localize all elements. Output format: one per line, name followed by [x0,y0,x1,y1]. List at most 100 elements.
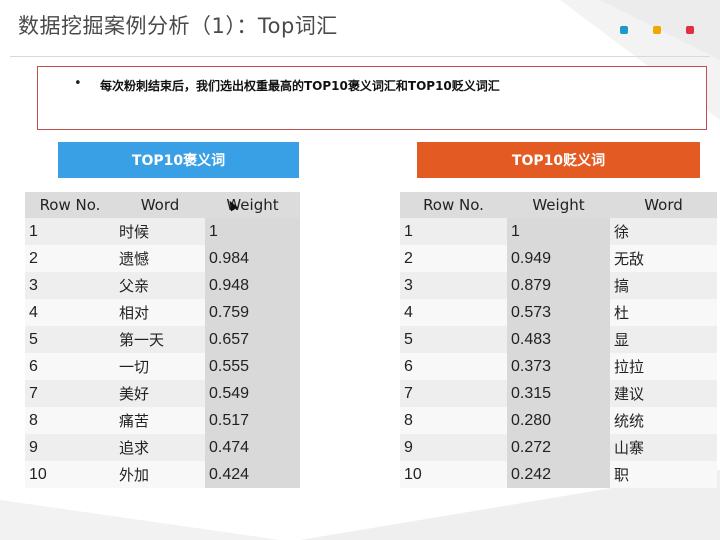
table-cell: 1 [205,218,300,245]
negative-words-table: Row No. Weight Word 1 1 徐 2 0.949 无敌 3 0.879 搞 4 0… [400,192,717,488]
table-row[interactable]: 1 时候 1 [25,218,300,245]
column-header-word[interactable]: Word [610,192,717,218]
table-cell: 0.948 [205,272,300,299]
table-cell: 7 [25,380,115,407]
table-row[interactable]: 8 0.280 统统 [400,407,717,434]
table-row[interactable]: 5 第一天 0.657 [25,326,300,353]
table-cell: 美好 [115,380,205,407]
bullet-box: • 每次粉刺结束后，我们选出权重最高的TOP10褒义词汇和TOP10贬义词汇 [37,66,707,130]
table-cell: 职 [610,461,717,488]
table-cell: 0.657 [205,326,300,353]
table-cell: 父亲 [115,272,205,299]
accent-dots [620,26,694,34]
bullet-text: 每次粉刺结束后，我们选出权重最高的TOP10褒义词汇和TOP10贬义词汇 [100,79,500,93]
table-row[interactable]: 5 0.483 显 [400,326,717,353]
table-cell: 0.242 [507,461,610,488]
table-row[interactable]: 4 相对 0.759 [25,299,300,326]
table-cell: 0.879 [507,272,610,299]
table-cell: 搞 [610,272,717,299]
title-divider [10,56,710,57]
table-row[interactable]: 8 痛苦 0.517 [25,407,300,434]
bullet-icon: • [74,76,82,91]
table-cell: 2 [400,245,507,272]
table-row[interactable]: 2 0.949 无敌 [400,245,717,272]
table-cell: 0.272 [507,434,610,461]
table-cell: 5 [400,326,507,353]
table-cell: 5 [25,326,115,353]
column-header-weight[interactable]: Weight [507,192,610,218]
negative-header-label: TOP10贬义词 [511,153,606,169]
table-cell: 0.573 [507,299,610,326]
table-cell: 4 [25,299,115,326]
column-header-word[interactable]: Word [115,192,205,218]
table-cell: 1 [400,218,507,245]
table-cell: 统统 [610,407,717,434]
table-row[interactable]: 11徐 [400,218,717,245]
table-cell: 第一天 [115,326,205,353]
table-cell: 6 [25,353,115,380]
table-cell: 徐 [610,218,717,245]
table-row[interactable]: 10 0.242 职 [400,461,717,488]
table-cell: 10 [400,461,507,488]
column-header-row-no[interactable]: Row No. [25,192,115,218]
table-cell: 2 [25,245,115,272]
table-cell: 0.424 [205,461,300,488]
table-cell: 时候 [115,218,205,245]
accent-dot-blue [620,26,628,34]
table-cell: 0.949 [507,245,610,272]
table-cell: 3 [25,272,115,299]
table-cell: 0.517 [205,407,300,434]
table-cell: 0.474 [205,434,300,461]
positive-words-table: Row No. Word Weight 1 时候 1 2 遗憾 0.984 3 父亲 0.948… [25,192,300,488]
table-cell: 显 [610,326,717,353]
table-cell: 一切 [115,353,205,380]
table-row[interactable]: 10 外加 0.424 [25,461,300,488]
table-cell: 拉拉 [610,353,717,380]
table-cell: 10 [25,461,115,488]
table-row[interactable]: 3 父亲 0.948 [25,272,300,299]
table-row[interactable]: 9 0.272 山寨 [400,434,717,461]
accent-dot-yellow [653,26,661,34]
table-cell: 追求 [115,434,205,461]
table-row[interactable]: 3 0.879 搞 [400,272,717,299]
table-cell: 0.759 [205,299,300,326]
table-cell: 3 [400,272,507,299]
table-row[interactable]: 9 追求 0.474 [25,434,300,461]
table-cell: 外加 [115,461,205,488]
table-row[interactable]: 6 一切 0.555 [25,353,300,380]
table-cell: 4 [400,299,507,326]
table-cell: 建议 [610,380,717,407]
table-cell: 遗憾 [115,245,205,272]
table-row[interactable]: 7 美好 0.549 [25,380,300,407]
table-cell: 0.984 [205,245,300,272]
table-cell: 0.483 [507,326,610,353]
table-cell: 8 [25,407,115,434]
table-cell: 0.549 [205,380,300,407]
positive-table-header: TOP10褒义词 [58,142,299,178]
table-cell: 山寨 [610,434,717,461]
table-cell: 痛苦 [115,407,205,434]
table-cell: 9 [400,434,507,461]
table-cell: 无敌 [610,245,717,272]
table-cell: 9 [25,434,115,461]
table-cell: 7 [400,380,507,407]
table-cell: 8 [400,407,507,434]
table-cell: 1 [507,218,610,245]
column-header-weight[interactable]: Weight [205,192,300,218]
table-cell: 0.555 [205,353,300,380]
table-cell: 0.315 [507,380,610,407]
table-cell: 0.280 [507,407,610,434]
table-row[interactable]: 7 0.315 建议 [400,380,717,407]
table-cell: 1 [25,218,115,245]
table-cell: 6 [400,353,507,380]
table-cell: 杜 [610,299,717,326]
negative-table-header: TOP10贬义词 [417,142,700,178]
table-row[interactable]: 4 0.573 杜 [400,299,717,326]
accent-dot-red [686,26,694,34]
column-header-row-no[interactable]: Row No. [400,192,507,218]
slide-title: 数据挖掘案例分析（1）：Top词汇 [18,14,338,38]
table-cell: 相对 [115,299,205,326]
table-row[interactable]: 6 0.373 拉拉 [400,353,717,380]
table-row[interactable]: 2 遗憾 0.984 [25,245,300,272]
table-cell: 0.373 [507,353,610,380]
